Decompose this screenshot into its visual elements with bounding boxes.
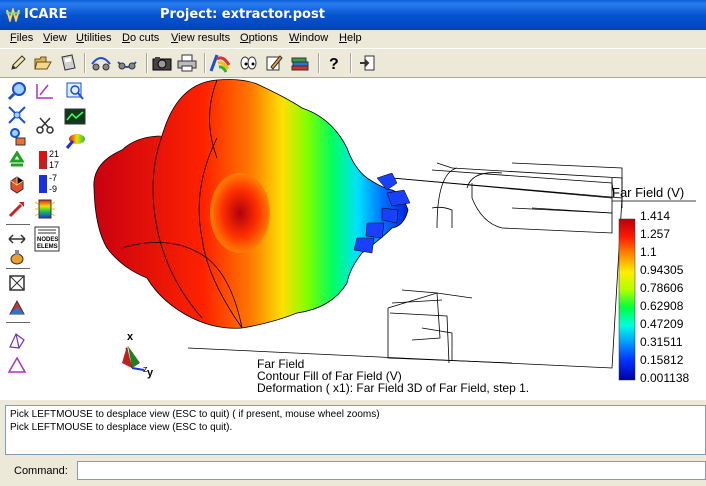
- mesh-icon[interactable]: [6, 296, 28, 318]
- legend-value-5: 0.62908: [640, 299, 684, 313]
- palette-separator: [6, 224, 30, 225]
- color-drop-icon[interactable]: [64, 130, 86, 152]
- toolbar: ?: [0, 48, 706, 78]
- menu-do-cuts[interactable]: Do cuts: [122, 32, 159, 44]
- box-icon[interactable]: [6, 272, 28, 294]
- legend-value-6: 0.47209: [640, 317, 684, 331]
- legend-value-1: 1.257: [640, 227, 671, 241]
- axis-z-label: z: [143, 364, 148, 374]
- graphics-viewport[interactable]: x y z Far Field (V) 1.414 1.257 1.1 0.94…: [92, 78, 706, 400]
- spectrum-icon[interactable]: [34, 198, 56, 220]
- palette-separator: [6, 322, 30, 323]
- zoom-out-icon[interactable]: [6, 126, 28, 148]
- axis-x-label: x: [127, 331, 134, 343]
- scale-lower-label: -7: [49, 173, 58, 183]
- color-brush-icon[interactable]: [209, 52, 231, 74]
- legend-value-7: 0.31511: [640, 335, 683, 349]
- menu-window[interactable]: Window: [289, 32, 328, 44]
- exit-icon[interactable]: [356, 52, 378, 74]
- legend-value-0: 1.414: [640, 209, 671, 223]
- app-name: ICARE: [24, 7, 68, 22]
- explode-icon[interactable]: [6, 174, 28, 196]
- toolbar-separator: [350, 53, 352, 73]
- scale-max-label: 21: [49, 149, 60, 159]
- camera-icon[interactable]: [151, 52, 173, 74]
- pointer-icon[interactable]: [6, 198, 28, 220]
- legend-value-2: 1.1: [640, 245, 657, 259]
- axis-triad: x y z: [122, 331, 154, 379]
- nodes-elems-icon[interactable]: NODES ELEMS: [34, 226, 60, 252]
- fit-icon[interactable]: [6, 104, 28, 126]
- elems-label: ELEMS: [37, 244, 58, 250]
- tool-palette: 21 17 -7 -9 NODES ELEMS: [0, 78, 92, 400]
- zoom-in-icon[interactable]: [6, 80, 28, 102]
- toolbar-separator: [204, 53, 206, 73]
- toolbar-separator: [146, 53, 148, 73]
- menu-utilities[interactable]: Utilities: [76, 32, 111, 44]
- legend-color-bar: [618, 218, 636, 381]
- menu-view[interactable]: View: [43, 32, 67, 44]
- message-log[interactable]: Pick LEFTMOUSE to desplace view (ESC to …: [5, 405, 706, 455]
- legend-value-8: 0.15812: [640, 353, 684, 367]
- axis-y-label: y: [147, 367, 154, 379]
- scale-min-label: -9: [49, 184, 58, 194]
- wire-icon[interactable]: [6, 330, 28, 352]
- command-label: Command:: [14, 465, 68, 477]
- printer-icon[interactable]: [176, 52, 198, 74]
- open-folder-icon[interactable]: [32, 52, 54, 74]
- help-icon[interactable]: ?: [323, 52, 345, 74]
- svg-text:?: ?: [329, 56, 339, 72]
- nodes-label: NODES: [37, 237, 58, 243]
- 3d-model-view[interactable]: x y z: [92, 78, 706, 400]
- rotate-view-icon[interactable]: [90, 52, 112, 74]
- legend-title: Far Field (V): [612, 185, 685, 200]
- menu-options[interactable]: Options: [240, 32, 278, 44]
- lobe-hole: [210, 173, 270, 253]
- books-icon[interactable]: [289, 52, 311, 74]
- lamp-icon[interactable]: [6, 246, 28, 268]
- menu-help[interactable]: Help: [339, 32, 362, 44]
- rotate-view-alt-icon[interactable]: [116, 52, 138, 74]
- pick-icon[interactable]: [64, 80, 86, 102]
- legend-value-4: 0.78606: [640, 281, 684, 295]
- message-line: Pick LEFTMOUSE to desplace view (ESC to …: [10, 409, 380, 420]
- palette-separator: [6, 268, 30, 269]
- edit-pen-icon[interactable]: [263, 52, 285, 74]
- command-input[interactable]: [77, 461, 706, 480]
- graph-icon[interactable]: [64, 106, 86, 128]
- toolbar-separator: [318, 53, 320, 73]
- message-line: Pick LEFTMOUSE to desplace view (ESC to …: [10, 422, 233, 433]
- eyes-icon[interactable]: [237, 52, 259, 74]
- save-disk-icon[interactable]: [57, 52, 79, 74]
- caption-line-3: Deformation ( x1): Far Field 3D of Far F…: [257, 381, 530, 395]
- window-title: Project: extractor.post: [160, 7, 325, 22]
- recycle-icon[interactable]: [6, 150, 28, 172]
- scale-upper-label: 17: [49, 160, 60, 170]
- menu-bar: Files View Utilities Do cuts View result…: [0, 30, 706, 48]
- measure-icon[interactable]: [34, 80, 56, 102]
- menu-view-results[interactable]: View results: [171, 32, 230, 44]
- toolbar-separator: [84, 53, 86, 73]
- legend-value-9: 0.001138: [640, 371, 690, 385]
- cut-icon[interactable]: [34, 114, 56, 136]
- app-logo-icon: [6, 8, 20, 22]
- title-bar: ICARE Project: extractor.post: [0, 0, 706, 30]
- pencil-icon[interactable]: [7, 52, 29, 74]
- legend-value-3: 0.94305: [640, 263, 684, 277]
- menu-files[interactable]: Files: [10, 32, 33, 44]
- triangle-icon[interactable]: [6, 354, 28, 376]
